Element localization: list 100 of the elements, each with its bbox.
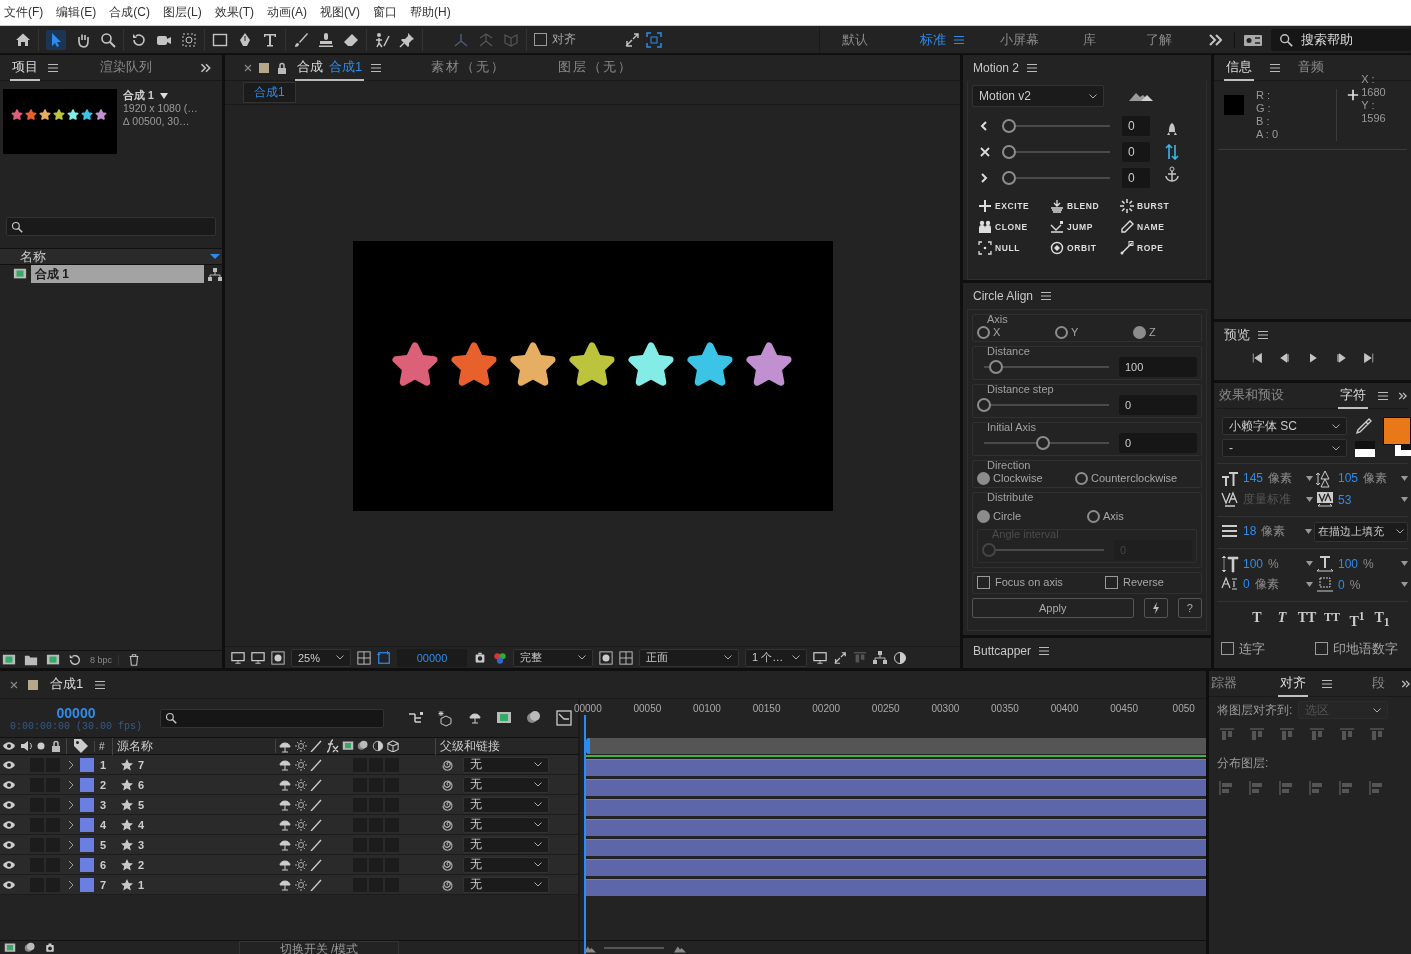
parent-dropdown[interactable]: 无 xyxy=(463,796,549,813)
layer-color-label[interactable] xyxy=(80,837,94,852)
stroke-mode-dropdown[interactable]: 在描边上填充 xyxy=(1314,521,1408,542)
action-button[interactable]: EXCITE xyxy=(978,199,1050,213)
pen-tool-icon[interactable] xyxy=(237,31,253,48)
brush-tool-icon[interactable] xyxy=(293,31,309,48)
lock-icon[interactable] xyxy=(276,61,288,74)
workspace-tab[interactable]: 了解 xyxy=(1124,30,1194,49)
radio-button[interactable] xyxy=(977,509,990,523)
timecode-field[interactable]: 00000 xyxy=(397,648,467,667)
menu-item[interactable]: 视图(V) xyxy=(320,4,360,21)
panel-tab[interactable]: 字符 xyxy=(1338,383,1368,409)
monitor-icon[interactable] xyxy=(251,650,265,665)
metric-value[interactable]: 0 % xyxy=(1337,577,1361,592)
metric-value[interactable]: 145 像素 xyxy=(1243,470,1293,487)
eyedropper-icon[interactable] xyxy=(1355,417,1373,435)
menu-item[interactable]: 编辑(E) xyxy=(56,4,97,21)
rocket-icon[interactable] xyxy=(1164,122,1180,138)
mask-icon[interactable] xyxy=(271,650,285,665)
rectangle-tool-icon[interactable] xyxy=(212,31,228,48)
panel-tab[interactable]: 渲染队列 xyxy=(98,55,154,81)
eye-icon[interactable] xyxy=(2,838,16,851)
font-dropdown[interactable]: 小赖字体 SC xyxy=(1222,417,1347,435)
grid-icon[interactable] xyxy=(357,650,371,665)
chevron-right-icon[interactable] xyxy=(980,173,990,183)
menu-icon[interactable] xyxy=(1041,291,1052,301)
action-button[interactable]: NULL xyxy=(978,241,1050,255)
up-down-arrows-icon[interactable] xyxy=(1164,144,1180,160)
quality-icon[interactable] xyxy=(310,778,322,791)
sort-arrow-icon[interactable] xyxy=(210,254,220,259)
dropdown-arrow-icon[interactable] xyxy=(1306,582,1314,587)
roto-brush-icon[interactable] xyxy=(374,31,390,48)
text-style-button[interactable]: T xyxy=(1247,610,1267,630)
action-button[interactable]: NAME xyxy=(1120,220,1202,234)
layer-name[interactable]: 3 xyxy=(138,838,278,851)
radio-button[interactable] xyxy=(1075,471,1088,485)
flowchart-icon[interactable] xyxy=(873,651,887,664)
slider-thumb[interactable] xyxy=(1002,119,1016,133)
layer-name[interactable]: 2 xyxy=(138,858,278,871)
expand-icon[interactable] xyxy=(624,31,640,48)
slider[interactable] xyxy=(1002,171,1110,185)
lightning-button[interactable] xyxy=(1143,598,1168,618)
layer-color-label[interactable] xyxy=(80,857,94,872)
previous-frame-icon[interactable] xyxy=(1278,352,1291,364)
menu-icon[interactable] xyxy=(1258,330,1268,340)
metric-value[interactable]: 105 像素 xyxy=(1337,470,1387,487)
dropdown-arrow-icon[interactable] xyxy=(1306,561,1314,566)
layer-color-label[interactable] xyxy=(80,797,94,812)
view-dropdown[interactable]: 正面 xyxy=(639,648,739,667)
slider-thumb[interactable] xyxy=(1002,145,1016,159)
layer-duration-bar[interactable] xyxy=(586,778,1206,796)
layer-color-label[interactable] xyxy=(80,877,94,892)
metric-value[interactable]: 0 像素 xyxy=(1243,576,1279,593)
menu-icon[interactable] xyxy=(1027,63,1038,73)
panel-tab[interactable]: 项目 xyxy=(10,55,40,81)
shy-icon[interactable] xyxy=(278,758,292,771)
parent-dropdown[interactable]: 无 xyxy=(463,856,549,873)
panel-tab[interactable]: 合成1 xyxy=(48,671,86,698)
quality-icon[interactable] xyxy=(310,758,322,771)
help-button[interactable]: ? xyxy=(1177,598,1202,618)
last-frame-icon[interactable] xyxy=(1362,352,1375,364)
quality-icon[interactable] xyxy=(310,838,322,851)
slider[interactable] xyxy=(1002,145,1110,159)
close-icon[interactable] xyxy=(244,63,252,72)
more-icon[interactable] xyxy=(1401,677,1411,690)
new-composition-icon[interactable] xyxy=(46,652,60,667)
text-style-button[interactable]: T$_{1}$ xyxy=(1372,610,1392,630)
eye-icon[interactable] xyxy=(2,758,16,771)
preset-dropdown[interactable]: Motion v2 xyxy=(972,85,1104,107)
apply-button[interactable]: Apply xyxy=(972,598,1134,618)
value-field[interactable]: 0 xyxy=(1122,168,1150,188)
radio-button[interactable] xyxy=(1133,325,1146,339)
menu-icon[interactable] xyxy=(48,62,58,73)
dropdown-arrow-icon[interactable] xyxy=(159,92,168,99)
slider-thumb[interactable] xyxy=(1002,171,1016,185)
checkbox[interactable] xyxy=(1105,575,1118,589)
menu-item[interactable]: 动画(A) xyxy=(267,4,307,21)
dropdown-arrow-icon[interactable] xyxy=(1401,476,1408,481)
layer-duration-bar[interactable] xyxy=(586,798,1206,816)
menu-icon[interactable] xyxy=(1378,390,1388,401)
toggle-switches-button[interactable]: 切换开关 /模式 xyxy=(238,940,400,954)
exposure-icon[interactable] xyxy=(893,650,907,665)
eye-icon[interactable] xyxy=(2,818,16,831)
dropdown-arrow-icon[interactable] xyxy=(1401,561,1408,566)
fit-icon[interactable] xyxy=(833,650,847,665)
dropdown-arrow-icon[interactable] xyxy=(1401,582,1408,587)
slider[interactable] xyxy=(982,543,1104,557)
workspace-tab[interactable]: 小屏幕 xyxy=(984,30,1054,49)
shy-icon[interactable] xyxy=(278,778,292,791)
value-field[interactable]: 0 xyxy=(1119,395,1197,415)
menu-icon[interactable] xyxy=(1321,678,1332,689)
dropdown-arrow-icon[interactable] xyxy=(1304,529,1312,534)
eye-icon[interactable] xyxy=(2,858,16,871)
panel-tab[interactable]: 音频 xyxy=(1296,55,1326,81)
layer-duration-bar[interactable] xyxy=(586,838,1206,856)
layer-name[interactable]: 6 xyxy=(138,778,278,791)
shy-icon[interactable] xyxy=(278,858,292,871)
layer-name[interactable]: 4 xyxy=(138,818,278,831)
action-button[interactable]: BLEND xyxy=(1050,199,1120,213)
layer-name[interactable]: 1 xyxy=(138,878,278,891)
